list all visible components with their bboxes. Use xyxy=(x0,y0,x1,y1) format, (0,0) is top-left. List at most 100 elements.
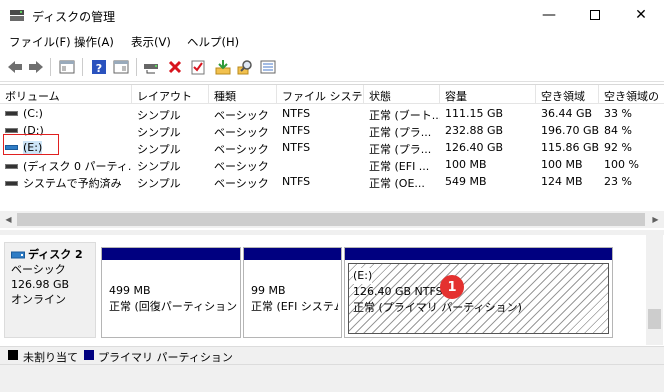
search-button[interactable] xyxy=(236,58,254,76)
column-header[interactable]: 状態 xyxy=(364,85,440,104)
legend-bar: 未割り当て プライマリ パーティション xyxy=(0,346,664,364)
volume-capacity: 100 MB xyxy=(445,158,487,171)
help-button[interactable]: ? xyxy=(90,58,108,76)
scroll-left-icon[interactable]: ◀ xyxy=(0,211,17,228)
forward-button[interactable] xyxy=(27,58,45,76)
menu-help[interactable]: ヘルプ(H) xyxy=(187,34,239,50)
column-header[interactable]: レイアウト xyxy=(132,85,209,104)
toolbar: ? xyxy=(0,52,664,82)
volume-free: 196.70 GB xyxy=(541,124,599,137)
volume-status: 正常 (OE... xyxy=(369,177,425,190)
volume-icon xyxy=(5,180,18,186)
volume-free-pct: 84 % xyxy=(604,124,632,137)
disk-kind: ベーシック xyxy=(11,263,66,276)
column-header[interactable]: 空き領域の xyxy=(599,85,664,104)
volume-fs: NTFS xyxy=(282,124,311,137)
scroll-thumb[interactable] xyxy=(648,309,661,329)
close-button[interactable]: ✕ xyxy=(618,0,664,30)
volume-type: ベーシック xyxy=(214,143,269,156)
column-header[interactable]: 容量 xyxy=(440,85,536,104)
horizontal-scrollbar[interactable]: ◀ ▶ xyxy=(0,211,664,228)
disk-icon xyxy=(11,251,25,259)
column-header[interactable]: 空き領域 xyxy=(536,85,599,104)
volume-icon xyxy=(5,127,18,133)
toolbar-separator xyxy=(136,58,137,76)
volume-layout: シンプル xyxy=(137,177,181,190)
volume-type: ベーシック xyxy=(214,109,269,122)
disk-mgmt-app-icon xyxy=(10,10,24,21)
column-header[interactable]: ファイル システム xyxy=(277,85,364,104)
column-header[interactable]: ボリューム xyxy=(0,85,132,104)
menu-action[interactable]: 操作(A) xyxy=(74,34,114,50)
partition-label: (E:) xyxy=(353,268,373,284)
volume-row[interactable]: (C:) シンプル ベーシック NTFS 正常 (ブート... 111.15 G… xyxy=(0,105,664,122)
volume-icon xyxy=(5,163,18,169)
volume-type: ベーシック xyxy=(214,160,269,173)
partition-status: 正常 (プライマリ パーティション) xyxy=(353,301,522,314)
search-icon xyxy=(237,60,252,75)
volume-layout: シンプル xyxy=(137,109,181,122)
connect-button[interactable] xyxy=(143,58,161,76)
partition-size: 99 MB xyxy=(251,284,286,297)
volume-fs xyxy=(277,156,364,173)
volume-row[interactable]: システムで予約済み シンプル ベーシック NTFS 正常 (OE... 549 … xyxy=(0,173,664,190)
volume-layout: シンプル xyxy=(137,143,181,156)
volume-layout: シンプル xyxy=(137,160,181,173)
volume-name: システムで予約済み xyxy=(23,177,122,190)
volume-row-selected[interactable]: (E:) シンプル ベーシック NTFS 正常 (プラ... 126.40 GB… xyxy=(0,139,664,156)
disk-size: 126.98 GB xyxy=(11,278,70,291)
menu-file[interactable]: ファイル(F) xyxy=(9,34,71,50)
partition-bar xyxy=(345,248,612,260)
import-button[interactable] xyxy=(214,58,232,76)
volume-layout: シンプル xyxy=(137,126,181,139)
console-tree-button[interactable] xyxy=(58,58,76,76)
check-button[interactable] xyxy=(189,58,207,76)
volume-fs: NTFS xyxy=(282,175,311,188)
volume-capacity: 111.15 GB xyxy=(445,107,504,120)
disk-state: オンライン xyxy=(11,293,66,306)
volume-row[interactable]: (ディスク 0 パーティ... シンプル ベーシック 正常 (EFI ... 1… xyxy=(0,156,664,173)
partition-bar xyxy=(102,248,240,260)
list-button[interactable] xyxy=(259,58,277,76)
partition-status: 正常 (回復パーティション) xyxy=(109,300,237,313)
title-bar: ディスクの管理 — ✕ xyxy=(0,0,664,30)
partition-recovery[interactable]: 499 MB 正常 (回復パーティション) xyxy=(101,247,241,338)
scroll-right-icon[interactable]: ▶ xyxy=(647,211,664,228)
volume-free-pct: 23 % xyxy=(604,175,632,188)
minimize-icon: — xyxy=(542,7,556,23)
menu-view[interactable]: 表示(V) xyxy=(131,34,171,50)
volume-list-header: ボリューム レイアウト 種類 ファイル システム 状態 容量 空き領域 空き領域… xyxy=(0,85,664,104)
volume-free: 100 MB xyxy=(541,158,583,171)
svg-text:?: ? xyxy=(96,62,102,75)
volume-free: 124 MB xyxy=(541,175,583,188)
connect-icon xyxy=(144,64,158,74)
status-bar xyxy=(0,364,664,392)
volume-free: 36.44 GB xyxy=(541,107,593,120)
volume-capacity: 126.40 GB xyxy=(445,141,504,154)
partition-efi[interactable]: 99 MB 正常 (EFI システム xyxy=(243,247,342,338)
legend-label: プライマリ パーティション xyxy=(98,351,233,364)
volume-fs: NTFS xyxy=(282,141,311,154)
legend-label: 未割り当て xyxy=(23,351,78,364)
maximize-icon xyxy=(590,10,600,20)
forward-arrow-icon xyxy=(29,61,43,73)
maximize-button[interactable] xyxy=(572,0,618,30)
volume-list: ボリューム レイアウト 種類 ファイル システム 状態 容量 空き領域 空き領域… xyxy=(0,84,664,232)
vertical-scrollbar[interactable] xyxy=(646,235,663,345)
scroll-thumb[interactable] xyxy=(17,213,645,226)
partition-e[interactable]: (E:) 126.40 GB NTFS 正常 (プライマリ パーティション) xyxy=(344,247,613,338)
delete-button[interactable] xyxy=(166,58,184,76)
column-header[interactable]: 種類 xyxy=(209,85,277,104)
volume-free-pct: 92 % xyxy=(604,141,632,154)
disk-info[interactable]: ディスク 2 ベーシック 126.98 GB オンライン xyxy=(4,242,96,338)
menu-bar: ファイル(F) 操作(A) 表示(V) ヘルプ(H) xyxy=(0,30,664,52)
legend-swatch-primary xyxy=(84,350,94,360)
back-button[interactable] xyxy=(6,58,24,76)
volume-name: (C:) xyxy=(23,107,43,120)
volume-icon xyxy=(5,110,18,116)
properties-button[interactable] xyxy=(112,58,130,76)
volume-type: ベーシック xyxy=(214,126,269,139)
minimize-button[interactable]: — xyxy=(526,0,572,30)
volume-row[interactable]: (D:) シンプル ベーシック NTFS 正常 (プラ... 232.88 GB… xyxy=(0,122,664,139)
console-tree-icon xyxy=(59,60,75,74)
